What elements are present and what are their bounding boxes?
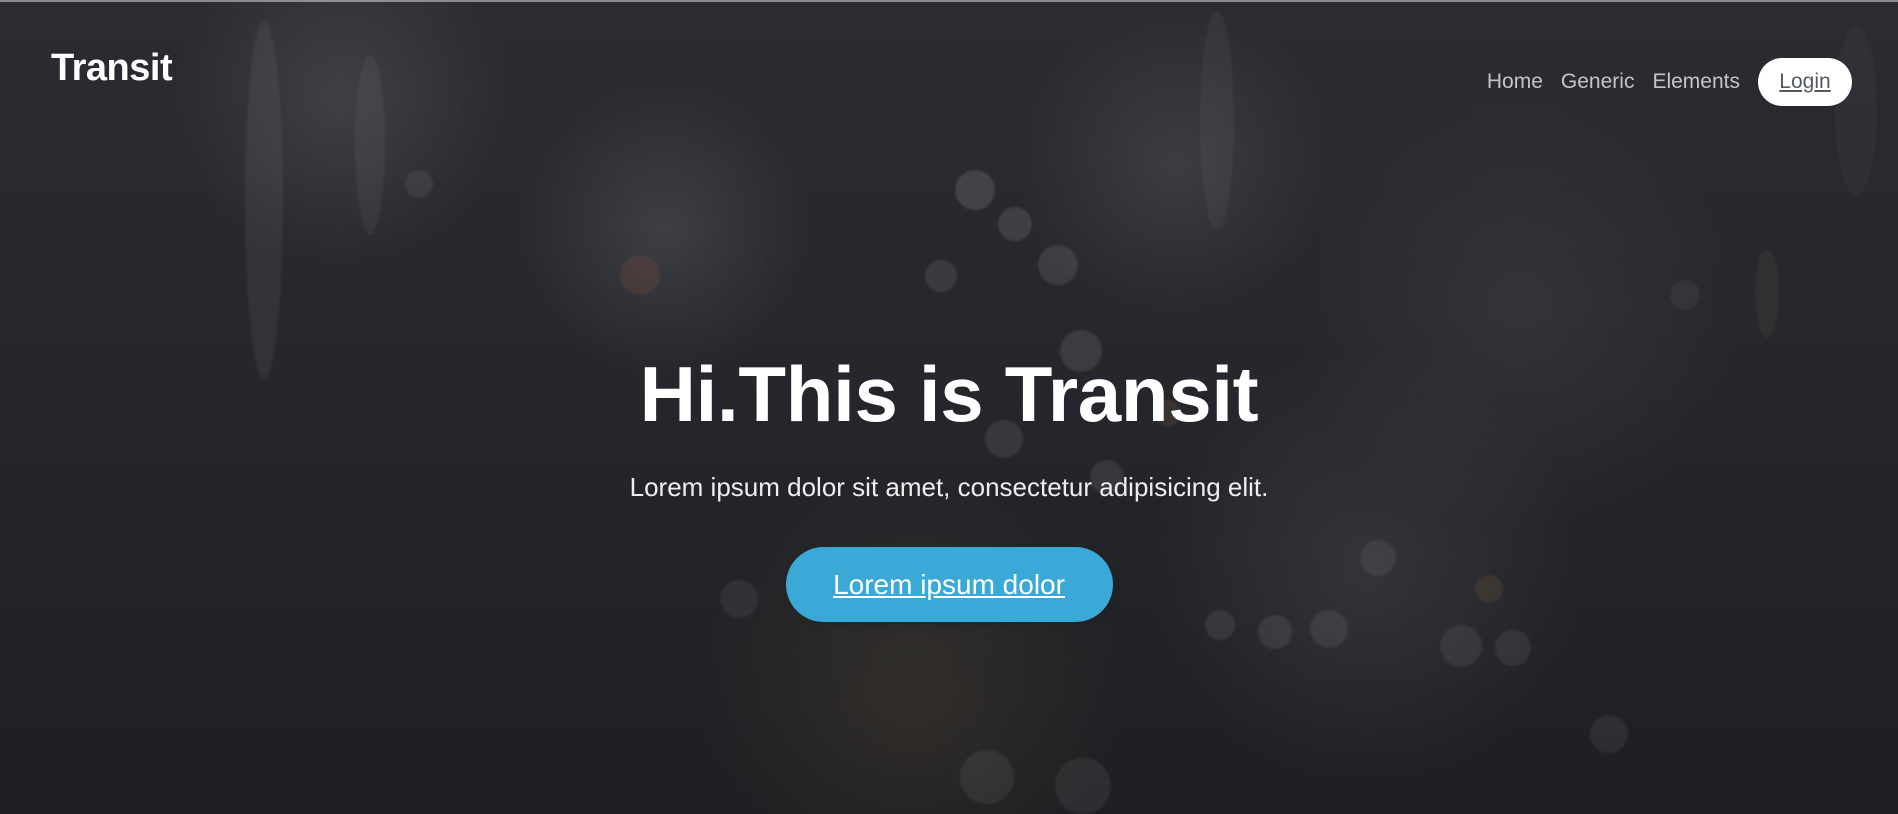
bokeh-light bbox=[955, 170, 995, 210]
bokeh-light bbox=[1755, 250, 1779, 338]
bokeh-light bbox=[1038, 245, 1078, 285]
bokeh-light bbox=[1440, 625, 1482, 667]
hero-cta-button[interactable]: Lorem ipsum dolor bbox=[785, 547, 1113, 623]
site-header: Transit Home Generic Elements Login bbox=[0, 0, 1898, 120]
bokeh-light bbox=[925, 260, 957, 292]
bokeh-light bbox=[1590, 715, 1628, 753]
hero-subtitle: Lorem ipsum dolor sit amet, consectetur … bbox=[629, 472, 1269, 502]
nav-link-home[interactable]: Home bbox=[1487, 70, 1543, 94]
site-logo[interactable]: Transit bbox=[51, 49, 173, 87]
hero-section: Transit Home Generic Elements Login Hi.T… bbox=[0, 0, 1898, 814]
login-button[interactable]: Login bbox=[1758, 58, 1852, 106]
hero-cta-wrapper: Lorem ipsum dolor bbox=[0, 547, 1898, 623]
bokeh-light bbox=[1495, 630, 1531, 666]
hero-title: Hi.This is Transit bbox=[639, 350, 1259, 438]
main-navigation: Home Generic Elements Login bbox=[1487, 58, 1852, 106]
nav-link-generic[interactable]: Generic bbox=[1561, 70, 1635, 94]
bokeh-light bbox=[1670, 280, 1700, 310]
bokeh-light bbox=[960, 750, 1014, 804]
bokeh-light bbox=[405, 170, 433, 198]
bokeh-light bbox=[1055, 758, 1111, 814]
hero-content: Hi.This is Transit Lorem ipsum dolor sit… bbox=[0, 350, 1898, 623]
nav-link-elements[interactable]: Elements bbox=[1652, 70, 1740, 94]
bokeh-light bbox=[620, 255, 660, 295]
bokeh-light bbox=[998, 207, 1032, 241]
